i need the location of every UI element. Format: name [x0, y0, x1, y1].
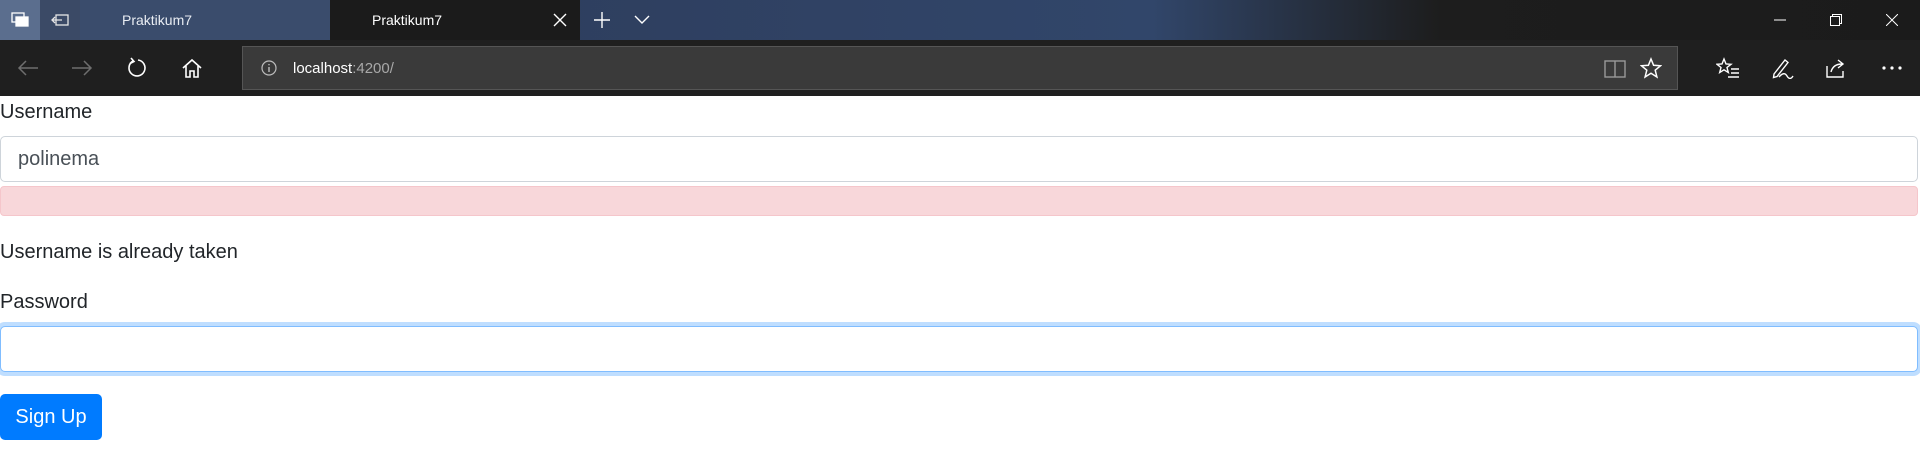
password-label: Password [0, 291, 88, 313]
refresh-button[interactable] [118, 48, 158, 88]
username-input[interactable]: polinema [0, 136, 1918, 182]
browser-tab-1[interactable]: Praktikum7 [80, 0, 330, 40]
favorites-list-icon [1716, 57, 1739, 78]
refresh-icon [128, 57, 146, 77]
add-notes-button[interactable] [1762, 48, 1802, 88]
pen-icon [1772, 59, 1794, 79]
home-button[interactable] [172, 48, 212, 88]
reading-view-button[interactable] [1603, 57, 1627, 81]
close-window-button[interactable] [1864, 0, 1920, 40]
arrow-left-icon [17, 60, 38, 76]
username-error-message: Username is already taken [0, 241, 238, 263]
browser-tab-2[interactable]: Praktikum7 [330, 0, 580, 40]
close-window-icon [1886, 14, 1898, 26]
home-icon [182, 58, 202, 78]
more-button[interactable] [1872, 48, 1912, 88]
info-icon [261, 60, 277, 76]
star-icon [1640, 57, 1662, 79]
share-button[interactable] [1816, 48, 1856, 88]
tabs-aside-icon [11, 12, 29, 27]
plus-icon [594, 12, 610, 28]
minimize-icon [1774, 19, 1786, 21]
browser-nav-bar: localhost:4200/ [0, 40, 1920, 96]
browser-title-bar: Praktikum7 Praktikum7 [0, 0, 1920, 40]
new-tab-button[interactable] [582, 0, 622, 40]
restore-icon [1830, 14, 1842, 26]
password-input[interactable] [0, 326, 1918, 372]
close-icon [553, 13, 567, 27]
username-label: Username [0, 101, 93, 123]
url-path: :4200/ [352, 59, 394, 77]
book-icon [1604, 60, 1626, 78]
url-host: localhost [293, 59, 353, 77]
tab-title: Praktikum7 [372, 12, 443, 28]
site-info-button[interactable] [257, 56, 281, 80]
set-aside-tabs-icon [51, 14, 69, 26]
restore-button[interactable] [1808, 0, 1864, 40]
arrow-right-icon [72, 60, 93, 76]
error-alert [0, 186, 1918, 216]
tab-manager-button[interactable] [0, 0, 40, 40]
set-aside-tabs-button[interactable] [40, 0, 80, 40]
share-icon [1826, 59, 1845, 78]
tab-preview-button[interactable] [622, 0, 662, 40]
chevron-down-icon [634, 15, 650, 24]
forward-button[interactable] [62, 48, 102, 88]
back-button[interactable] [8, 48, 48, 88]
favorites-hub-button[interactable] [1708, 48, 1748, 88]
sign-up-button[interactable]: Sign Up [0, 394, 102, 440]
username-value: polinema [18, 147, 100, 170]
tab-title: Praktikum7 [122, 12, 193, 28]
add-favorite-button[interactable] [1639, 56, 1663, 80]
address-bar[interactable]: localhost:4200/ [242, 46, 1678, 90]
more-icon [1882, 66, 1902, 70]
minimize-button[interactable] [1752, 0, 1808, 40]
close-tab-button[interactable] [550, 10, 570, 30]
